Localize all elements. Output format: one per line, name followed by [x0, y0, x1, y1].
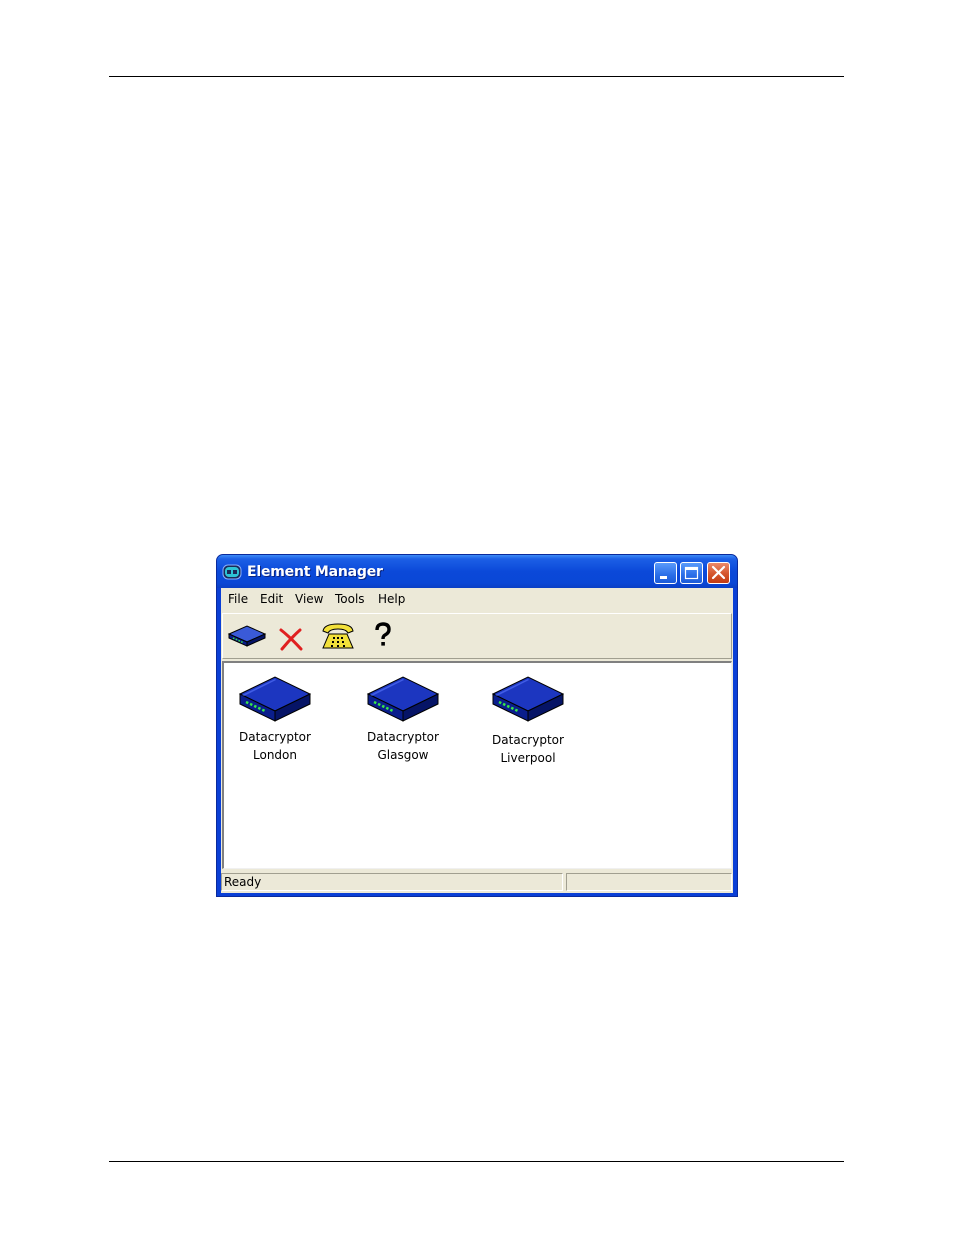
delete-icon [279, 628, 303, 651]
add-device-button[interactable] [227, 623, 267, 651]
delete-button[interactable] [278, 627, 304, 655]
help-button[interactable] [373, 622, 393, 652]
telephone-icon [322, 623, 354, 649]
device-item-glasgow[interactable]: Datacryptor Glasgow [348, 671, 458, 764]
device-list-view[interactable]: Datacryptor London Datacryptor Glasgow D… [222, 661, 732, 869]
device-item-liverpool[interactable]: Datacryptor Liverpool [473, 671, 583, 767]
menu-tools[interactable]: Tools [335, 592, 365, 606]
device-label: Datacryptor Liverpool [492, 733, 564, 765]
menu-help[interactable]: Help [378, 592, 405, 606]
datacryptor-device-icon [366, 676, 440, 722]
title-bar[interactable]: Element Manager [217, 555, 737, 588]
status-pane-secondary [566, 873, 732, 891]
menu-view[interactable]: View [295, 592, 323, 606]
device-label: Datacryptor Glasgow [367, 730, 439, 762]
menu-bar: File Edit View Tools Help [221, 588, 733, 610]
add-device-icon [227, 625, 267, 647]
close-button[interactable] [707, 562, 730, 584]
dc-logo-icon [222, 564, 242, 580]
window-client-area: File Edit View Tools Help Datacryptor Lo… [221, 588, 733, 893]
menu-file[interactable]: File [228, 592, 248, 606]
datacryptor-device-icon [238, 676, 312, 722]
close-icon [711, 565, 726, 580]
status-bar: Ready [221, 871, 733, 893]
status-text: Ready [221, 873, 563, 891]
menu-edit[interactable]: Edit [260, 592, 283, 606]
header-rule [109, 76, 844, 77]
help-icon [375, 622, 391, 646]
minimize-button[interactable] [654, 562, 677, 584]
maximize-button[interactable] [680, 562, 703, 584]
maximize-icon [684, 566, 699, 580]
minimize-icon [660, 576, 667, 579]
footer-rule [109, 1161, 844, 1162]
device-label: Datacryptor London [239, 730, 311, 762]
window-title: Element Manager [247, 564, 383, 580]
datacryptor-device-icon [491, 676, 565, 722]
device-item-london[interactable]: Datacryptor London [220, 671, 330, 764]
toolbar [222, 613, 732, 659]
dial-button[interactable] [320, 620, 356, 656]
element-manager-window[interactable]: Element Manager File Edit View Tools Hel… [216, 554, 738, 897]
